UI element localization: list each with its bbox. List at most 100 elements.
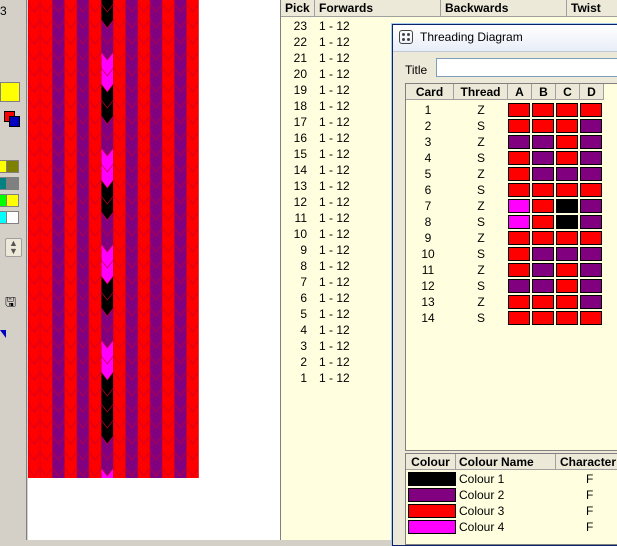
colour-row[interactable]: Colour 4 F <box>406 519 617 535</box>
hole-colour-cell[interactable] <box>556 151 578 165</box>
hole-colour-cell[interactable] <box>580 295 602 309</box>
pick-row[interactable]: 8 1 - 12 <box>281 258 391 274</box>
card-row[interactable]: 6S <box>406 182 617 198</box>
hole-colour-cell[interactable] <box>580 167 602 181</box>
colour-swatch[interactable] <box>408 488 456 502</box>
hole-colour-cell[interactable] <box>556 135 578 149</box>
card-row[interactable]: 9Z <box>406 230 617 246</box>
pick-header[interactable]: Pick <box>281 0 315 17</box>
hole-colour-cell[interactable] <box>508 199 530 213</box>
colour-row[interactable]: Colour 2 F <box>406 487 617 503</box>
pick-row[interactable]: 6 1 - 12 <box>281 290 391 306</box>
thread-column-header[interactable]: Thread <box>454 84 508 100</box>
colour-swatch[interactable] <box>408 504 456 518</box>
pick-row[interactable]: 2 1 - 12 <box>281 354 391 370</box>
colour-swatch[interactable] <box>408 472 456 486</box>
hole-colour-cell[interactable] <box>532 151 554 165</box>
hole-colour-cell[interactable] <box>532 279 554 293</box>
colour-row[interactable]: Colour 3 F <box>406 503 617 519</box>
hole-colour-cell[interactable] <box>556 119 578 133</box>
swatch-white[interactable] <box>6 211 19 224</box>
hole-colour-cell[interactable] <box>580 263 602 277</box>
hole-colour-cell[interactable] <box>556 247 578 261</box>
tool-icon[interactable]: 🖫 <box>5 293 21 309</box>
colour-row[interactable]: Colour 1 F <box>406 471 617 487</box>
hole-colour-cell[interactable] <box>580 199 602 213</box>
hole-colour-cell[interactable] <box>532 119 554 133</box>
hole-colour-cell[interactable] <box>556 263 578 277</box>
hole-colour-cell[interactable] <box>580 183 602 197</box>
hole-colour-cell[interactable] <box>532 103 554 117</box>
hole-colour-cell[interactable] <box>532 231 554 245</box>
hole-colour-cell[interactable] <box>508 135 530 149</box>
pick-row[interactable]: 1 1 - 12 <box>281 370 391 386</box>
hole-colour-cell[interactable] <box>508 231 530 245</box>
colour-column-header[interactable]: Colour <box>406 454 456 470</box>
hole-colour-cell[interactable] <box>580 151 602 165</box>
hole-colour-cell[interactable] <box>508 215 530 229</box>
pick-row[interactable]: 7 1 - 12 <box>281 274 391 290</box>
swatch-olive[interactable] <box>6 160 19 173</box>
card-row[interactable]: 14 S <box>406 310 617 326</box>
pick-row[interactable]: 12 1 - 12 <box>281 194 391 210</box>
hole-colour-cell[interactable] <box>532 263 554 277</box>
hole-colour-cell[interactable] <box>532 199 554 213</box>
pick-row[interactable]: 20 1 - 12 <box>281 66 391 82</box>
current-colour-swatch[interactable] <box>0 82 20 102</box>
hole-a-header[interactable]: A <box>508 84 532 100</box>
hole-colour-cell[interactable] <box>532 311 554 325</box>
card-row[interactable]: 2S <box>406 118 617 134</box>
hole-c-header[interactable]: C <box>556 84 580 100</box>
card-row[interactable]: 12 S <box>406 278 617 294</box>
updown-icon[interactable]: ▲ ▼ <box>5 238 22 257</box>
hole-b-header[interactable]: B <box>532 84 556 100</box>
hole-colour-cell[interactable] <box>508 311 530 325</box>
hole-colour-cell[interactable] <box>508 103 530 117</box>
hole-colour-cell[interactable] <box>532 215 554 229</box>
card-row[interactable]: 3Z <box>406 134 617 150</box>
hole-colour-cell[interactable] <box>556 231 578 245</box>
forwards-header[interactable]: Forwards <box>315 0 441 17</box>
hole-colour-cell[interactable] <box>556 183 578 197</box>
pick-row[interactable]: 17 1 - 12 <box>281 114 391 130</box>
pick-row[interactable]: 22 1 - 12 <box>281 34 391 50</box>
hole-colour-cell[interactable] <box>532 295 554 309</box>
pick-row[interactable]: 5 1 - 12 <box>281 306 391 322</box>
card-row[interactable]: 7Z <box>406 198 617 214</box>
twist-header[interactable]: Twist <box>567 0 617 17</box>
hole-colour-cell[interactable] <box>580 215 602 229</box>
swatch-gray[interactable] <box>6 177 19 190</box>
title-input[interactable] <box>436 58 617 77</box>
hole-colour-cell[interactable] <box>580 103 602 117</box>
hole-colour-cell[interactable] <box>556 167 578 181</box>
hole-colour-cell[interactable] <box>508 119 530 133</box>
hole-colour-cell[interactable] <box>556 311 578 325</box>
pick-row[interactable]: 13 1 - 12 <box>281 178 391 194</box>
hole-colour-cell[interactable] <box>508 151 530 165</box>
pick-row[interactable]: 21 1 - 12 <box>281 50 391 66</box>
hole-d-header[interactable]: D <box>580 84 604 100</box>
colour-swatch[interactable] <box>408 520 456 534</box>
hole-colour-cell[interactable] <box>556 279 578 293</box>
card-row[interactable]: 1Z <box>406 102 617 118</box>
pick-row[interactable]: 14 1 - 12 <box>281 162 391 178</box>
hole-colour-cell[interactable] <box>556 199 578 213</box>
hole-colour-cell[interactable] <box>580 231 602 245</box>
pick-row[interactable]: 9 1 - 12 <box>281 242 391 258</box>
hole-colour-cell[interactable] <box>532 167 554 181</box>
hole-colour-cell[interactable] <box>508 263 530 277</box>
hole-colour-cell[interactable] <box>508 295 530 309</box>
pick-row[interactable]: 23 1 - 12 <box>281 18 391 34</box>
card-column-header[interactable]: Card <box>406 84 454 100</box>
hole-colour-cell[interactable] <box>580 279 602 293</box>
hole-colour-cell[interactable] <box>580 247 602 261</box>
hole-colour-cell[interactable] <box>556 215 578 229</box>
hole-colour-cell[interactable] <box>508 279 530 293</box>
hole-colour-cell[interactable] <box>532 247 554 261</box>
pick-row[interactable]: 4 1 - 12 <box>281 322 391 338</box>
hole-colour-cell[interactable] <box>508 167 530 181</box>
card-row[interactable]: 10 S <box>406 246 617 262</box>
pick-row[interactable]: 15 1 - 12 <box>281 146 391 162</box>
hole-colour-cell[interactable] <box>580 119 602 133</box>
hole-colour-cell[interactable] <box>508 247 530 261</box>
